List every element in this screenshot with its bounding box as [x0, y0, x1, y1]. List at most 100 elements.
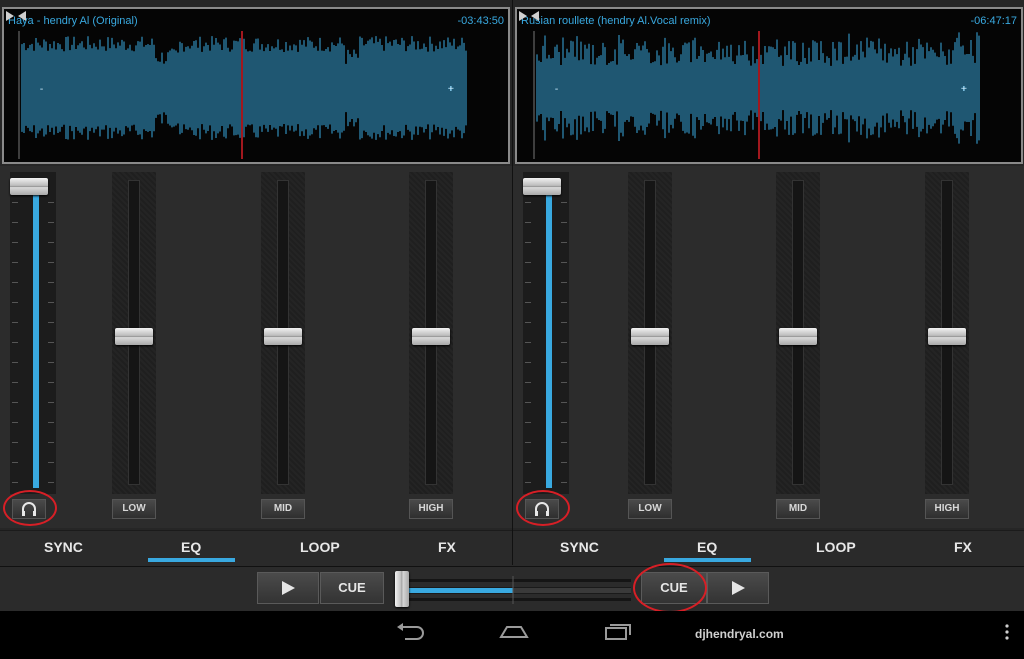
- volume-tick: [12, 442, 18, 443]
- volume-level-a: [33, 186, 39, 488]
- eq-mid-knob-a[interactable]: [264, 328, 302, 345]
- volume-tick: [525, 402, 531, 403]
- volume-tick: [561, 242, 567, 243]
- play-icon: [282, 581, 295, 595]
- home-icon[interactable]: [498, 622, 530, 642]
- volume-tick: [12, 362, 18, 363]
- tab-fx-b[interactable]: FX: [954, 539, 972, 555]
- volume-tick: [12, 262, 18, 263]
- volume-tick: [12, 422, 18, 423]
- tab-eq-a[interactable]: EQ: [181, 539, 201, 555]
- watermark-brand: djhendryal.com: [695, 627, 784, 641]
- eq-mid-button-b[interactable]: MID: [776, 499, 820, 519]
- volume-tick: [561, 482, 567, 483]
- waveform-a[interactable]: - + Haya - hendry Al (Original) -03:43:50: [2, 7, 510, 164]
- volume-tick: [48, 302, 54, 303]
- eq-low-fader-a[interactable]: [112, 172, 156, 494]
- volume-tick: [561, 362, 567, 363]
- volume-tick: [561, 282, 567, 283]
- volume-tick: [48, 382, 54, 383]
- volume-fader-a[interactable]: [10, 172, 56, 494]
- transport-bar: CUE CUE: [0, 563, 1024, 613]
- volume-tick: [12, 342, 18, 343]
- back-icon[interactable]: [395, 622, 427, 642]
- waveform-b[interactable]: - + Rusian roullete (hendry Al.Vocal remi…: [515, 7, 1023, 164]
- eq-high-knob-a[interactable]: [412, 328, 450, 345]
- headphones-button-a[interactable]: [12, 499, 46, 519]
- tab-sync-a[interactable]: SYNC: [44, 539, 83, 555]
- track-time-b: -06:47:17: [970, 15, 1017, 27]
- eq-high-fader-b[interactable]: [925, 172, 969, 494]
- eq-mid-button-a[interactable]: MID: [261, 499, 305, 519]
- cue-button-b[interactable]: CUE: [641, 572, 707, 604]
- volume-tick: [561, 402, 567, 403]
- eq-low-button-b[interactable]: LOW: [628, 499, 672, 519]
- recent-apps-icon[interactable]: [602, 622, 634, 642]
- eq-high-knob-b[interactable]: [928, 328, 966, 345]
- volume-tick: [525, 282, 531, 283]
- mixer-a: LOW MID HIGH: [0, 166, 512, 528]
- dj-app: - + Haya - hendry Al (Original) -03:43:50: [0, 0, 1024, 659]
- svg-text:+: +: [961, 84, 967, 95]
- volume-tick: [525, 462, 531, 463]
- track-title-b: Rusian roullete (hendry Al.Vocal remix): [521, 15, 711, 27]
- volume-tick: [12, 402, 18, 403]
- volume-tick: [12, 462, 18, 463]
- deck-b: - + Rusian roullete (hendry Al.Vocal remi…: [512, 0, 1024, 565]
- tab-fx-a[interactable]: FX: [438, 539, 456, 555]
- volume-fader-b[interactable]: [523, 172, 569, 494]
- crossfader[interactable]: [395, 571, 631, 607]
- svg-text:+: +: [448, 84, 454, 95]
- volume-tick: [561, 322, 567, 323]
- eq-high-button-b[interactable]: HIGH: [925, 499, 969, 519]
- eq-mid-fader-a[interactable]: [261, 172, 305, 494]
- volume-tick: [561, 462, 567, 463]
- volume-tick: [12, 482, 18, 483]
- volume-knob-b[interactable]: [523, 178, 561, 195]
- overflow-menu-icon[interactable]: [1003, 623, 1011, 641]
- crossfader-knob[interactable]: [395, 571, 409, 607]
- volume-tick: [48, 322, 54, 323]
- eq-low-knob-a[interactable]: [115, 328, 153, 345]
- volume-knob-a[interactable]: [10, 178, 48, 195]
- volume-tick: [525, 422, 531, 423]
- volume-tick: [561, 422, 567, 423]
- play-icon: [732, 581, 745, 595]
- volume-tick: [525, 342, 531, 343]
- tab-eq-b[interactable]: EQ: [697, 539, 717, 555]
- play-button-a[interactable]: [257, 572, 319, 604]
- tab-loop-b[interactable]: LOOP: [816, 539, 856, 555]
- eq-mid-fader-b[interactable]: [776, 172, 820, 494]
- track-time-a: -03:43:50: [457, 15, 504, 27]
- volume-tick: [561, 342, 567, 343]
- eq-low-fader-b[interactable]: [628, 172, 672, 494]
- volume-tick: [561, 222, 567, 223]
- volume-tick: [48, 342, 54, 343]
- volume-tick: [561, 302, 567, 303]
- tab-bar-a: SYNC EQ LOOP FX: [0, 530, 512, 565]
- volume-tick: [12, 222, 18, 223]
- play-button-b[interactable]: [707, 572, 769, 604]
- volume-tick: [48, 422, 54, 423]
- volume-tick: [561, 202, 567, 203]
- eq-low-knob-b[interactable]: [631, 328, 669, 345]
- waveform-end-icon[interactable]: [517, 9, 541, 23]
- tab-sync-b[interactable]: SYNC: [560, 539, 599, 555]
- volume-tick: [48, 462, 54, 463]
- headphones-button-b[interactable]: [525, 499, 559, 519]
- eq-high-button-a[interactable]: HIGH: [409, 499, 453, 519]
- eq-mid-knob-b[interactable]: [779, 328, 817, 345]
- waveform-a-graphic: - +: [18, 31, 467, 159]
- volume-tick: [12, 242, 18, 243]
- system-navigation-bar: djhendryal.com: [0, 611, 1024, 659]
- tab-loop-a[interactable]: LOOP: [300, 539, 340, 555]
- volume-tick: [48, 442, 54, 443]
- crossfader-graphic: [395, 576, 631, 604]
- eq-high-fader-a[interactable]: [409, 172, 453, 494]
- volume-tick: [525, 262, 531, 263]
- eq-low-button-a[interactable]: LOW: [112, 499, 156, 519]
- volume-tick: [12, 282, 18, 283]
- volume-tick: [525, 442, 531, 443]
- waveform-end-icon[interactable]: [4, 9, 28, 23]
- cue-button-a[interactable]: CUE: [320, 572, 384, 604]
